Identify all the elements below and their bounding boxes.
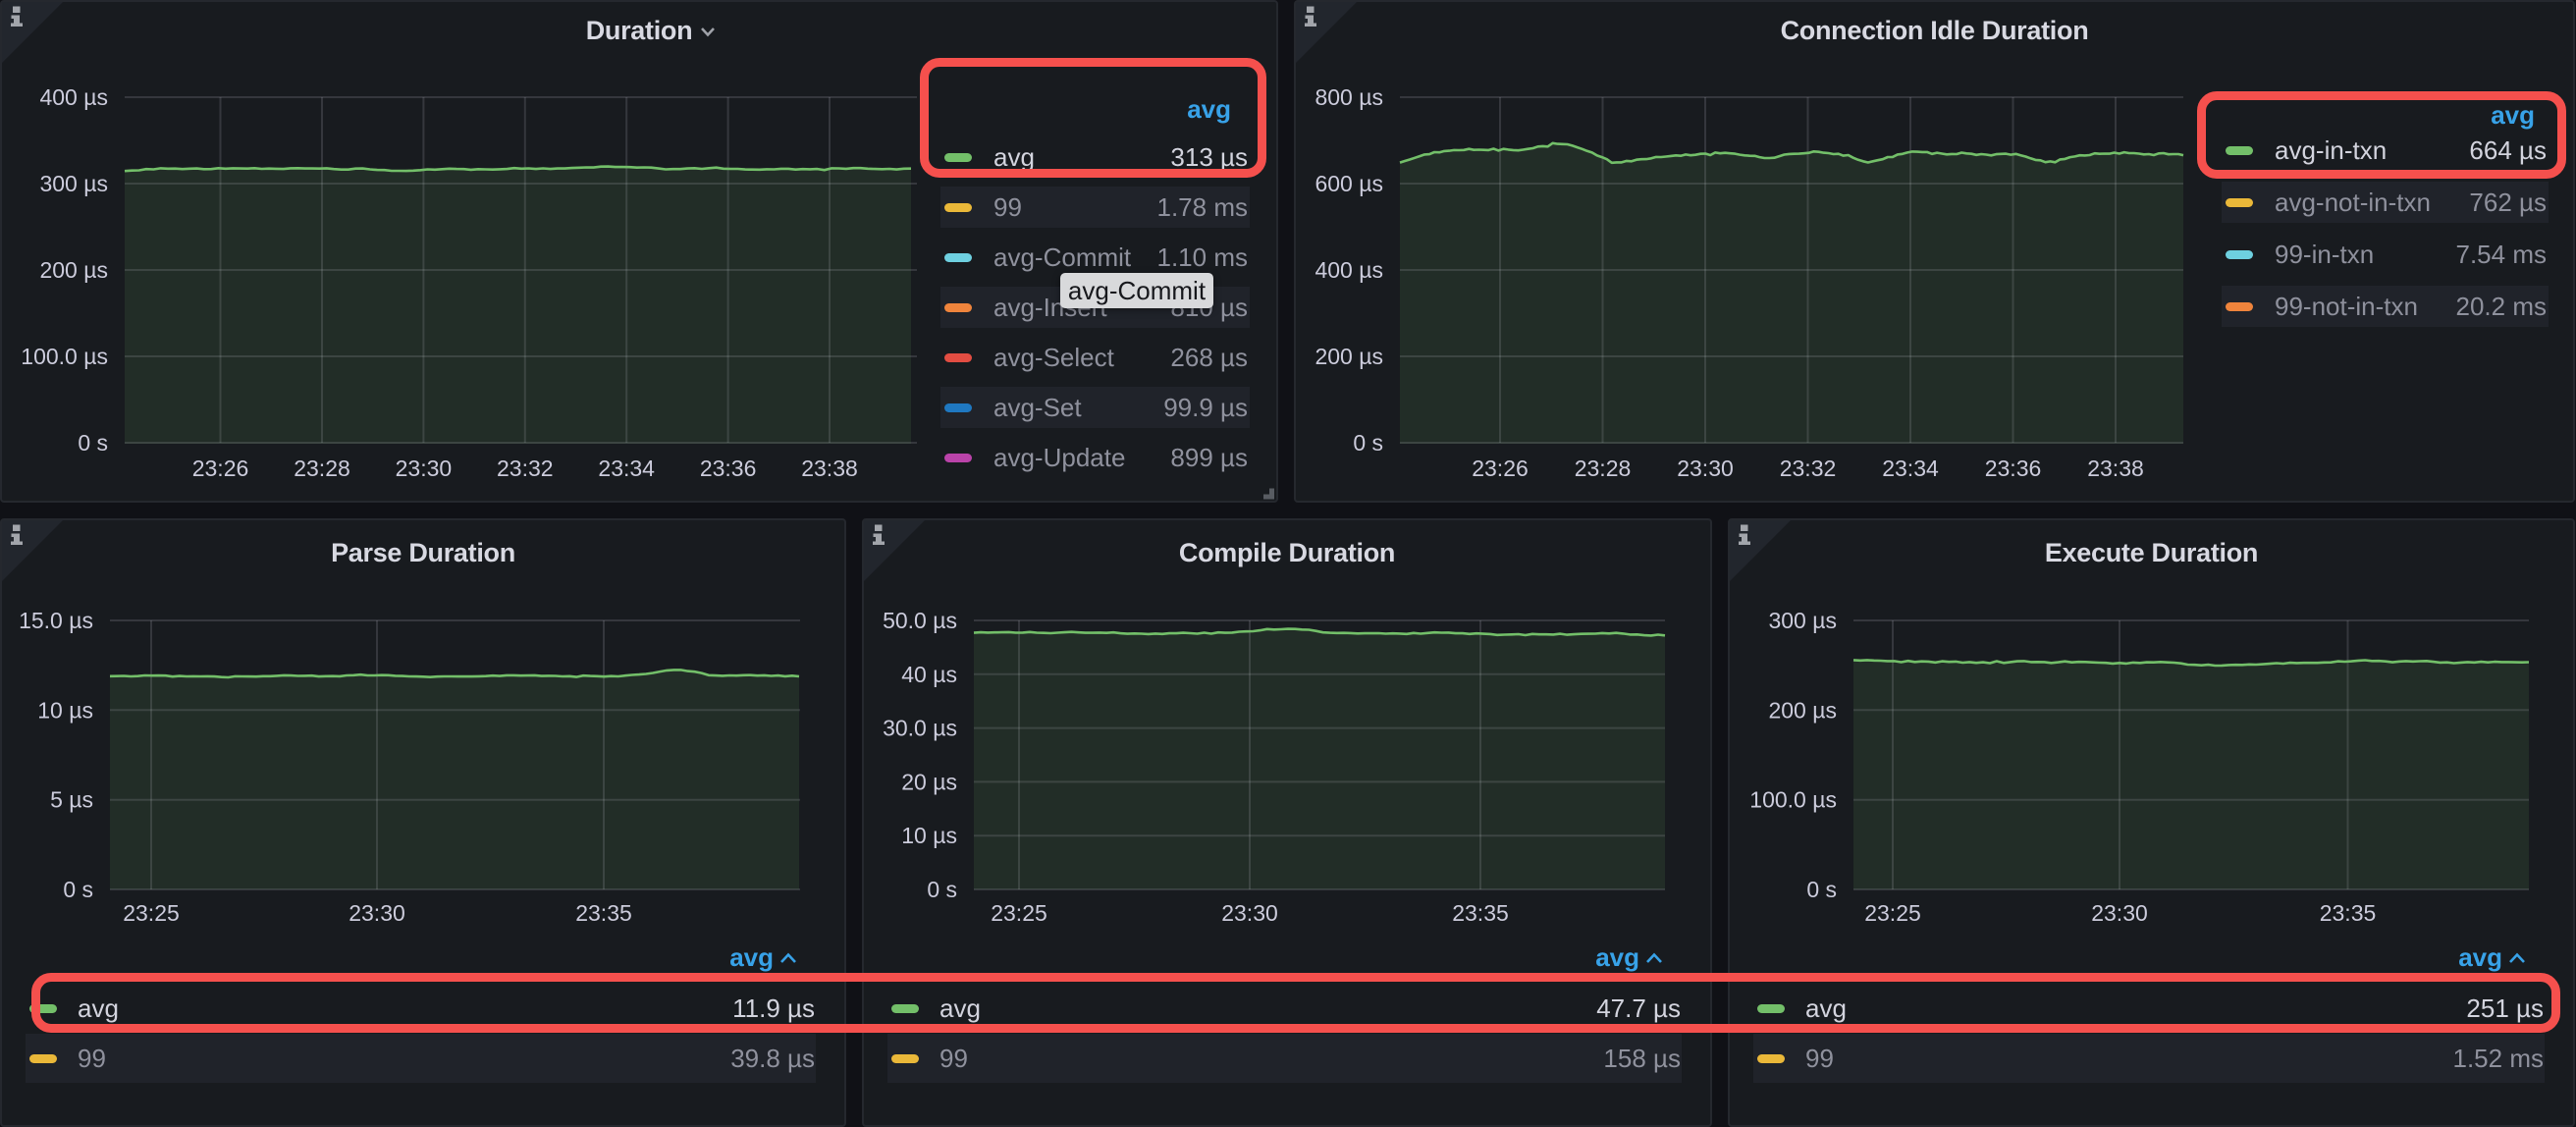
svg-text:0 s: 0 s — [1806, 877, 1837, 902]
svg-text:0 s: 0 s — [63, 877, 93, 902]
svg-text:0 s: 0 s — [1353, 430, 1383, 456]
svg-text:100.0 µs: 100.0 µs — [21, 344, 108, 369]
svg-text:23:32: 23:32 — [497, 456, 554, 481]
svg-text:50.0 µs: 50.0 µs — [883, 608, 957, 633]
svg-text:20 µs: 20 µs — [901, 769, 957, 794]
svg-text:23:28: 23:28 — [1575, 456, 1632, 481]
svg-text:200 µs: 200 µs — [1768, 697, 1837, 723]
svg-text:23:30: 23:30 — [2091, 900, 2148, 926]
svg-text:23:35: 23:35 — [575, 900, 632, 926]
svg-text:23:35: 23:35 — [1452, 900, 1509, 926]
svg-text:40 µs: 40 µs — [901, 662, 957, 687]
svg-text:23:35: 23:35 — [2320, 900, 2377, 926]
svg-text:23:25: 23:25 — [991, 900, 1047, 926]
svg-text:400 µs: 400 µs — [1315, 257, 1383, 283]
svg-text:5 µs: 5 µs — [50, 787, 93, 813]
svg-text:23:30: 23:30 — [349, 900, 405, 926]
svg-text:23:30: 23:30 — [1221, 900, 1278, 926]
svg-text:23:32: 23:32 — [1780, 456, 1837, 481]
svg-text:0 s: 0 s — [78, 430, 108, 456]
svg-text:300 µs: 300 µs — [39, 171, 108, 196]
svg-text:300 µs: 300 µs — [1768, 608, 1837, 633]
svg-text:23:34: 23:34 — [598, 456, 655, 481]
svg-text:100.0 µs: 100.0 µs — [1749, 787, 1837, 813]
svg-text:600 µs: 600 µs — [1315, 171, 1383, 196]
svg-text:23:28: 23:28 — [294, 456, 350, 481]
svg-text:23:30: 23:30 — [1677, 456, 1734, 481]
svg-text:200 µs: 200 µs — [1315, 344, 1383, 369]
svg-text:10 µs: 10 µs — [901, 823, 957, 848]
svg-text:200 µs: 200 µs — [39, 257, 108, 283]
svg-text:23:38: 23:38 — [801, 456, 858, 481]
svg-text:10 µs: 10 µs — [37, 697, 93, 723]
svg-text:15.0 µs: 15.0 µs — [19, 608, 93, 633]
svg-text:23:36: 23:36 — [1985, 456, 2042, 481]
svg-text:23:34: 23:34 — [1882, 456, 1939, 481]
svg-text:23:36: 23:36 — [700, 456, 757, 481]
svg-text:23:30: 23:30 — [396, 456, 453, 481]
svg-text:23:25: 23:25 — [123, 900, 180, 926]
svg-text:23:26: 23:26 — [192, 456, 249, 481]
svg-text:23:25: 23:25 — [1864, 900, 1921, 926]
svg-text:23:38: 23:38 — [2087, 456, 2144, 481]
svg-text:0 s: 0 s — [927, 877, 957, 902]
svg-text:30.0 µs: 30.0 µs — [883, 716, 957, 741]
svg-text:23:26: 23:26 — [1472, 456, 1529, 481]
